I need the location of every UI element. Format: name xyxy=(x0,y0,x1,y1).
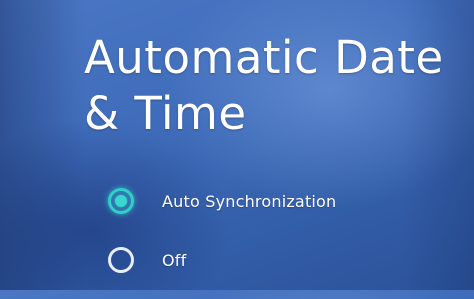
radio-unselected-icon[interactable] xyxy=(108,247,134,273)
radio-group: Auto Synchronization Off xyxy=(104,182,464,299)
radio-selected-icon[interactable] xyxy=(108,188,134,214)
option-label-off: Off xyxy=(162,250,187,270)
radio-ring xyxy=(108,247,134,273)
option-auto-synchronization[interactable]: Auto Synchronization xyxy=(104,182,464,220)
settings-screen: Automatic Date & Time Auto Synchronizati… xyxy=(0,0,474,290)
option-label-auto-synchronization: Auto Synchronization xyxy=(162,191,337,211)
radio-dot xyxy=(115,195,127,207)
option-off[interactable]: Off xyxy=(104,241,464,279)
page-title: Automatic Date & Time xyxy=(84,31,444,140)
